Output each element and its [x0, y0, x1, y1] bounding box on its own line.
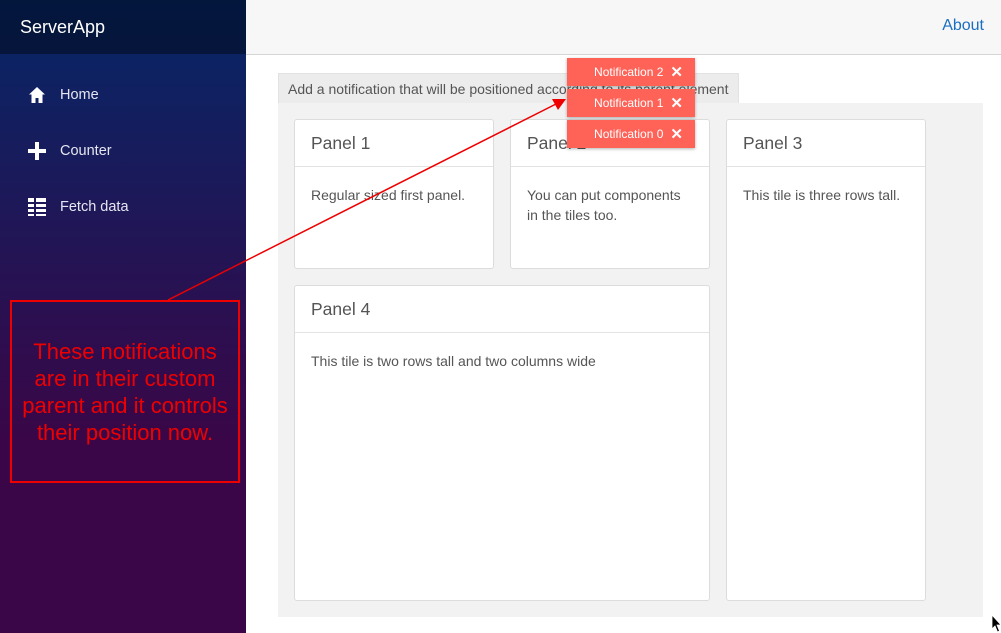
- close-icon[interactable]: ✕: [670, 125, 683, 143]
- panel-body: Regular sized first panel.: [311, 187, 466, 203]
- tile-layout: Panel 1 Regular sized first panel. Panel…: [278, 103, 983, 617]
- close-icon[interactable]: ✕: [670, 63, 683, 81]
- panel-1[interactable]: Panel 1 Regular sized first panel.: [294, 119, 494, 269]
- panel-body: You can put components in the tiles too.: [527, 187, 681, 223]
- panel-body: This tile is three rows tall.: [743, 187, 901, 203]
- list-icon: [26, 196, 48, 218]
- plus-icon: [26, 140, 48, 162]
- notification-2: Notification 2 ✕: [567, 58, 695, 86]
- panel-title: Panel 3: [727, 120, 925, 167]
- nav-item-label: Fetch data: [60, 199, 129, 215]
- notification-label: Notification 1: [594, 96, 664, 110]
- brand-title[interactable]: ServerApp: [0, 0, 246, 54]
- notification-label: Notification 0: [594, 127, 664, 141]
- nav-item-label: Home: [60, 87, 99, 103]
- home-icon: [26, 84, 48, 106]
- notification-1: Notification 1 ✕: [567, 89, 695, 117]
- panel-body: This tile is two rows tall and two colum…: [311, 353, 596, 369]
- nav-item-fetch-data[interactable]: Fetch data: [26, 196, 129, 218]
- notification-label: Notification 2: [594, 65, 664, 79]
- panel-3[interactable]: Panel 3 This tile is three rows tall.: [726, 119, 926, 601]
- panel-4[interactable]: Panel 4 This tile is two rows tall and t…: [294, 285, 710, 601]
- nav-item-home[interactable]: Home: [26, 84, 99, 106]
- nav-item-label: Counter: [60, 143, 112, 159]
- panel-title: Panel 4: [295, 286, 709, 333]
- nav-item-counter[interactable]: Counter: [26, 140, 112, 162]
- mouse-cursor-icon: [992, 615, 1001, 633]
- panel-title: Panel 1: [295, 120, 493, 167]
- notification-0: Notification 0 ✕: [567, 120, 695, 148]
- annotation-callout: These notifications are in their custom …: [10, 300, 240, 483]
- close-icon[interactable]: ✕: [670, 94, 683, 112]
- top-bar: About: [246, 0, 1001, 55]
- about-link[interactable]: About: [942, 17, 984, 35]
